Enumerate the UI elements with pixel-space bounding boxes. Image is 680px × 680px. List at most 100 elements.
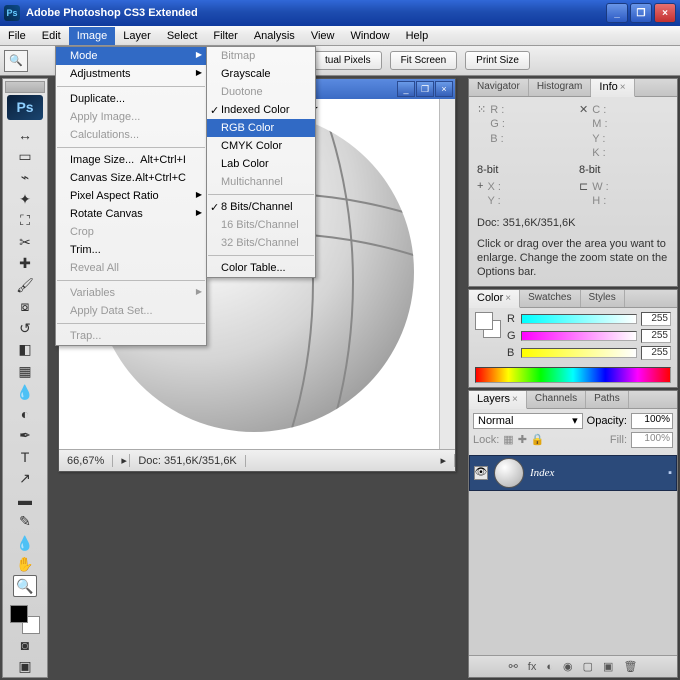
vertical-scrollbar[interactable] — [439, 99, 455, 449]
history-brush-tool[interactable]: ↺ — [13, 318, 37, 339]
menu-image[interactable]: Image — [69, 27, 116, 45]
doc-close-button[interactable]: × — [435, 81, 453, 97]
notes-tool[interactable]: ✎ — [13, 511, 37, 532]
minimize-button[interactable]: _ — [606, 3, 628, 23]
doc-maximize-button[interactable]: ❐ — [416, 81, 434, 97]
menu-item-grayscale[interactable]: Grayscale — [207, 65, 315, 83]
stamp-tool[interactable]: ⧇ — [13, 296, 37, 317]
dodge-tool[interactable]: ◐ — [13, 403, 37, 424]
tab-layers[interactable]: Layers× — [469, 391, 527, 409]
lock-position-icon[interactable]: ✚ — [518, 433, 527, 446]
eyedropper-tool[interactable]: 💧 — [13, 532, 37, 553]
trash-icon[interactable]: 🗑 — [623, 660, 637, 673]
menu-item-lab-color[interactable]: Lab Color — [207, 155, 315, 173]
mask-icon[interactable]: ◐ — [546, 661, 553, 673]
doc-minimize-button[interactable]: _ — [397, 81, 415, 97]
wand-tool[interactable]: ✦ — [13, 189, 37, 210]
menu-item-pixel-aspect-ratio[interactable]: Pixel Aspect Ratio — [56, 187, 206, 205]
lock-all-icon[interactable]: 🔒 — [531, 433, 545, 446]
fx-icon[interactable]: fx — [528, 661, 537, 673]
mode-submenu-dropdown[interactable]: BitmapGrayscaleDuotone✓Indexed ColorRGB … — [206, 46, 316, 278]
path-tool[interactable]: ↗ — [13, 468, 37, 489]
tab-swatches[interactable]: Swatches — [520, 290, 580, 307]
print-size-button[interactable]: Print Size — [465, 51, 530, 70]
quickmask-icon[interactable]: ◙ — [13, 634, 37, 655]
close-button[interactable]: × — [654, 3, 676, 23]
screenmode-icon[interactable]: ▣ — [13, 656, 37, 677]
visibility-icon[interactable]: 👁 — [474, 466, 488, 480]
layer-name[interactable]: Index — [530, 467, 554, 479]
menu-layer[interactable]: Layer — [115, 27, 159, 45]
g-slider[interactable] — [521, 331, 637, 341]
menu-item-rgb-color[interactable]: RGB Color — [207, 119, 315, 137]
fill-input[interactable]: 100% — [631, 432, 673, 448]
pen-tool[interactable]: ✒ — [13, 425, 37, 446]
layer-row[interactable]: 👁 Index ▪ — [469, 455, 677, 491]
opacity-input[interactable]: 100% — [631, 413, 673, 429]
crop-tool[interactable]: ⛶ — [13, 210, 37, 231]
fit-screen-button[interactable]: Fit Screen — [390, 51, 458, 70]
menu-item-duplicate-[interactable]: Duplicate... — [56, 90, 206, 108]
heal-tool[interactable]: ✚ — [13, 253, 37, 274]
menu-help[interactable]: Help — [398, 27, 437, 45]
menu-item-8-bits-channel[interactable]: ✓8 Bits/Channel — [207, 198, 315, 216]
gradient-tool[interactable]: ▦ — [13, 360, 37, 381]
shape-tool[interactable]: ▬ — [13, 489, 37, 510]
lasso-tool[interactable]: ⌁ — [13, 167, 37, 188]
menu-item-indexed-color[interactable]: ✓Indexed Color — [207, 101, 315, 119]
tab-info[interactable]: Info× — [591, 79, 634, 97]
tab-paths[interactable]: Paths — [586, 391, 629, 408]
zoom-level[interactable]: 66,67% — [59, 455, 113, 467]
color-chip[interactable] — [475, 312, 501, 338]
maximize-button[interactable]: ❐ — [630, 3, 652, 23]
menu-item-mode[interactable]: Mode — [56, 47, 206, 65]
blend-mode-select[interactable]: Normal▾ — [473, 413, 583, 429]
tab-navigator[interactable]: Navigator — [469, 79, 529, 96]
link-icon[interactable]: ⚯ — [509, 660, 518, 673]
blur-tool[interactable]: 💧 — [13, 382, 37, 403]
folder-icon[interactable]: ▢ — [583, 660, 593, 673]
tab-channels[interactable]: Channels — [527, 391, 586, 408]
color-spectrum[interactable] — [475, 367, 671, 383]
menu-item-adjustments[interactable]: Adjustments — [56, 65, 206, 83]
zoom-tool-icon[interactable]: 🔍 — [4, 50, 28, 72]
b-value[interactable]: 255 — [641, 346, 671, 360]
toolbox-grip[interactable] — [5, 81, 45, 93]
marquee-tool[interactable]: ▭ — [13, 146, 37, 167]
menu-item-trim-[interactable]: Trim... — [56, 241, 206, 259]
lock-pixels-icon[interactable]: ▦ — [503, 433, 513, 446]
hand-tool[interactable]: ✋ — [13, 554, 37, 575]
eraser-tool[interactable]: ◧ — [13, 339, 37, 360]
b-slider[interactable] — [521, 348, 637, 358]
menu-item-cmyk-color[interactable]: CMYK Color — [207, 137, 315, 155]
image-menu-dropdown[interactable]: ModeAdjustmentsDuplicate...Apply Image..… — [55, 46, 207, 346]
menu-item-rotate-canvas[interactable]: Rotate Canvas — [56, 205, 206, 223]
menu-view[interactable]: View — [303, 27, 343, 45]
layer-thumbnail[interactable] — [494, 458, 524, 488]
move-tool[interactable]: ↔ — [13, 124, 37, 145]
menu-window[interactable]: Window — [342, 27, 397, 45]
menu-analysis[interactable]: Analysis — [246, 27, 303, 45]
menu-item-image-size-[interactable]: Image Size...Alt+Ctrl+I — [56, 151, 206, 169]
r-value[interactable]: 255 — [641, 312, 671, 326]
zoom-tool[interactable]: 🔍 — [13, 575, 37, 597]
menu-file[interactable]: File — [0, 27, 34, 45]
actual-pixels-button[interactable]: tual Pixels — [314, 51, 382, 70]
menu-edit[interactable]: Edit — [34, 27, 69, 45]
menu-select[interactable]: Select — [159, 27, 206, 45]
g-value[interactable]: 255 — [641, 329, 671, 343]
color-swatches[interactable] — [10, 605, 40, 634]
r-slider[interactable] — [521, 314, 637, 324]
fg-color[interactable] — [10, 605, 28, 623]
brush-tool[interactable]: 🖌 — [13, 275, 37, 296]
tab-styles[interactable]: Styles — [581, 290, 625, 307]
adjustment-icon[interactable]: ◉ — [563, 660, 573, 673]
tab-histogram[interactable]: Histogram — [529, 79, 592, 96]
tab-color[interactable]: Color× — [469, 290, 520, 308]
menu-item-color-table-[interactable]: Color Table... — [207, 259, 315, 277]
new-layer-icon[interactable]: ▣ — [603, 660, 613, 673]
menu-item-canvas-size-[interactable]: Canvas Size...Alt+Ctrl+C — [56, 169, 206, 187]
type-tool[interactable]: T — [13, 446, 37, 467]
slice-tool[interactable]: ✂ — [13, 232, 37, 253]
menu-filter[interactable]: Filter — [205, 27, 245, 45]
